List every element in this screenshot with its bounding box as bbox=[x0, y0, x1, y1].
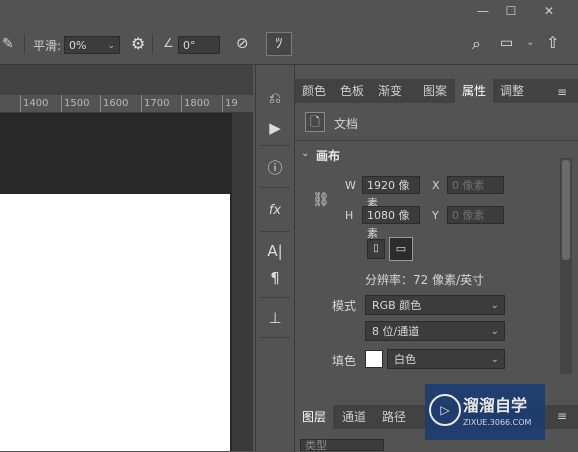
smoothing-value: 0% bbox=[69, 39, 87, 52]
width-label: W bbox=[345, 179, 356, 192]
title-bar: — ☐ ✕ bbox=[0, 0, 578, 24]
width-field[interactable]: 1920 像素 bbox=[362, 176, 420, 210]
angle-value: 0° bbox=[183, 39, 196, 52]
portrait-icon[interactable]: ▯ bbox=[367, 239, 385, 259]
ruler-tick: 1500 bbox=[61, 95, 89, 112]
restore-button[interactable]: ☐ bbox=[498, 2, 524, 20]
fill-label: 填色 bbox=[332, 354, 357, 368]
character-icon[interactable]: A| bbox=[256, 238, 294, 264]
scrollbar-thumb[interactable] bbox=[562, 160, 570, 260]
x-label: X bbox=[432, 179, 440, 192]
options-bar: ✎ 平滑: 0% ⌄ ⚙ ∠ 0° ⊘ ﾂ ⌕ ▭ ⌄ ⇧ bbox=[0, 24, 578, 65]
separator bbox=[260, 297, 290, 298]
history-icon[interactable]: ⎌ bbox=[256, 85, 294, 111]
play-logo-icon: ▷ bbox=[429, 394, 461, 426]
mode-label: 模式 bbox=[332, 299, 357, 313]
close-button[interactable]: ✕ bbox=[536, 2, 562, 20]
height-label: H bbox=[345, 209, 354, 222]
separator bbox=[152, 34, 153, 54]
chevron-down-icon: ⌄ bbox=[107, 41, 115, 51]
y-field[interactable]: 0 像素 bbox=[447, 206, 504, 224]
layer-filter-select[interactable]: 类型 bbox=[300, 439, 384, 452]
fill-value: 白色 bbox=[394, 353, 416, 366]
separator bbox=[260, 337, 290, 338]
brush-options-icon[interactable]: ✎ bbox=[2, 36, 14, 52]
paragraph-icon[interactable]: ¶ bbox=[256, 265, 294, 291]
ruler-tick: 1700 bbox=[141, 95, 169, 112]
separator bbox=[260, 187, 290, 188]
layer-filter-value: 类型 bbox=[305, 439, 327, 452]
actions-play-icon[interactable]: ▶ bbox=[256, 115, 294, 141]
tab-swatches[interactable]: 色板 bbox=[333, 79, 371, 103]
x-value: 0 像素 bbox=[452, 179, 485, 192]
ruler-tick: 19 bbox=[222, 95, 238, 112]
link-icon[interactable]: ⛓ bbox=[312, 192, 330, 208]
chevron-down-icon: ⌄ bbox=[490, 354, 499, 365]
separator bbox=[24, 34, 25, 54]
ruler-tick: 1600 bbox=[100, 95, 128, 112]
watermark: ▷ 溜溜自学 ZIXUE.3066.COM bbox=[425, 384, 545, 440]
fill-select[interactable]: 白色 ⌄ bbox=[387, 349, 505, 369]
bit-depth-select[interactable]: 8 位/通道 ⌄ bbox=[365, 321, 505, 341]
clone-source-icon[interactable]: ⊥ bbox=[256, 305, 294, 331]
gear-icon[interactable]: ⚙ bbox=[131, 34, 145, 53]
bit-depth-value: 8 位/通道 bbox=[372, 325, 420, 338]
canvas[interactable] bbox=[0, 194, 230, 451]
info-icon[interactable]: ⓘ bbox=[256, 155, 294, 181]
workspace-icon[interactable]: ▭ bbox=[500, 35, 513, 51]
styles-fx-icon[interactable]: fx bbox=[256, 198, 294, 224]
watermark-name: 溜溜自学 bbox=[463, 396, 528, 415]
panel-menu-icon[interactable]: ≡ bbox=[557, 409, 567, 423]
smoothing-field[interactable]: 0% ⌄ bbox=[64, 36, 120, 54]
resolution-text: 分辨率：72 像素/英寸 bbox=[365, 273, 485, 287]
landscape-icon[interactable]: ▭ bbox=[389, 237, 413, 261]
chevron-down-icon: ⌄ bbox=[490, 300, 499, 311]
tab-patterns[interactable]: 图案 bbox=[409, 79, 461, 103]
symmetry-icon[interactable]: ﾂ bbox=[266, 32, 292, 56]
chevron-down-icon[interactable]: ⌄ bbox=[526, 37, 534, 48]
fill-swatch[interactable] bbox=[365, 350, 383, 368]
horizontal-ruler: 1400 1500 1600 1700 1800 19 bbox=[0, 95, 253, 113]
ruler-tick: 1800 bbox=[181, 95, 209, 112]
angle-icon: ∠ bbox=[163, 36, 174, 50]
pressure-icon[interactable]: ⊘ bbox=[236, 34, 249, 52]
separator bbox=[260, 145, 290, 146]
section-title: 画布 bbox=[316, 149, 341, 163]
document-tab-strip bbox=[0, 65, 253, 95]
document-label: 文档 bbox=[334, 117, 359, 131]
x-field[interactable]: 0 像素 bbox=[447, 176, 504, 194]
chevron-down-icon[interactable]: ⌄ bbox=[301, 148, 309, 159]
tab-adjustments[interactable]: 调整 bbox=[493, 79, 531, 103]
chevron-down-icon: ⌄ bbox=[490, 326, 499, 337]
search-icon[interactable]: ⌕ bbox=[472, 34, 481, 54]
share-icon[interactable]: ⇧ bbox=[546, 33, 559, 52]
angle-field[interactable]: 0° bbox=[178, 36, 220, 54]
panel-menu-icon[interactable]: ≡ bbox=[557, 85, 567, 99]
tab-color[interactable]: 颜色 bbox=[295, 79, 333, 103]
y-value: 0 像素 bbox=[452, 209, 485, 222]
tab-properties[interactable]: 属性 bbox=[455, 79, 493, 103]
panel-icon-column: ⎌ ▶ ⓘ fx A| ¶ ⊥ bbox=[255, 65, 295, 451]
mode-value: RGB 颜色 bbox=[372, 299, 422, 312]
document-icon: 🗋 bbox=[305, 112, 325, 132]
tab-gradients[interactable]: 渐变 bbox=[371, 79, 409, 103]
minimize-button[interactable]: — bbox=[470, 2, 496, 20]
tab-channels[interactable]: 通道 bbox=[335, 405, 373, 429]
watermark-url: ZIXUE.3066.COM bbox=[463, 418, 532, 427]
separator bbox=[260, 231, 290, 232]
tab-layers[interactable]: 图层 bbox=[295, 405, 333, 429]
height-value: 1080 像素 bbox=[367, 209, 410, 240]
separator bbox=[295, 140, 578, 141]
smoothing-label: 平滑: bbox=[33, 39, 62, 53]
y-label: Y bbox=[432, 209, 439, 222]
canvas-shadow bbox=[232, 113, 253, 451]
height-field[interactable]: 1080 像素 bbox=[362, 206, 420, 240]
tab-paths[interactable]: 路径 bbox=[375, 405, 413, 429]
mode-select[interactable]: RGB 颜色 ⌄ bbox=[365, 295, 505, 315]
ruler-tick: 1400 bbox=[20, 95, 48, 112]
